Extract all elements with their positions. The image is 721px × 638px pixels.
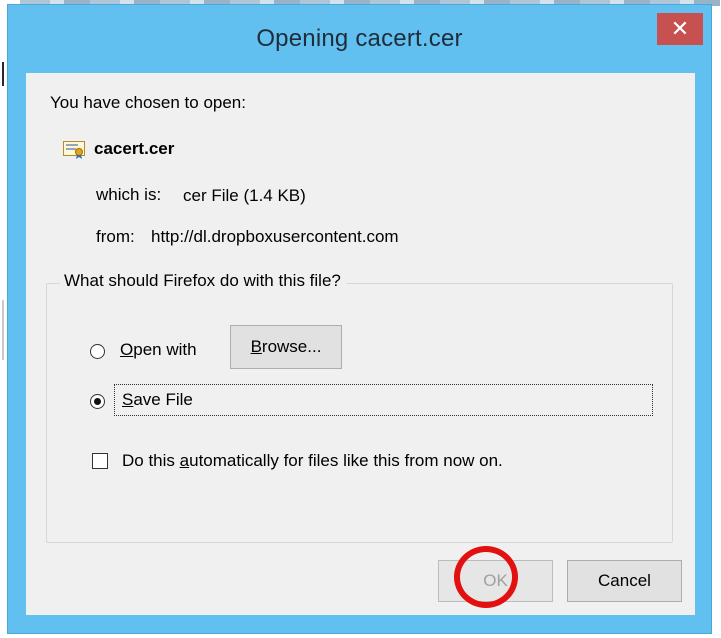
browse-button[interactable]: Browse...: [230, 325, 342, 369]
close-button[interactable]: ✕: [657, 13, 703, 45]
background-edge-mark: [2, 62, 4, 86]
save-file-label-text: ave File: [133, 390, 193, 409]
dialog-title: Opening cacert.cer: [256, 25, 463, 52]
auto-handle-mnemonic: a: [179, 451, 190, 470]
opening-file-dialog: Opening cacert.cer ✕ You have chosen to …: [7, 4, 712, 634]
close-icon: ✕: [670, 16, 690, 41]
open-with-radio[interactable]: [90, 344, 105, 359]
open-with-label[interactable]: Open with: [120, 340, 197, 360]
save-file-radio[interactable]: [90, 394, 105, 409]
browse-label-text: rowse...: [261, 337, 322, 356]
action-group-legend: What should Firefox do with this file?: [60, 271, 347, 291]
open-with-mnemonic: O: [120, 340, 134, 359]
background-edge-mark: [2, 300, 4, 360]
file-type-value: cer File (1.4 KB): [183, 186, 306, 205]
title-bar[interactable]: Opening cacert.cer ✕: [8, 5, 711, 73]
auto-handle-label[interactable]: Do this automatically for files like thi…: [122, 451, 503, 471]
save-file-label[interactable]: Save File: [122, 390, 193, 410]
which-is-label: which is:: [96, 185, 162, 204]
browse-mnemonic: B: [250, 337, 262, 356]
save-file-mnemonic: S: [122, 390, 134, 409]
source-url: http://dl.dropboxusercontent.com: [151, 227, 399, 246]
file-name: cacert.cer: [94, 139, 175, 158]
intro-text: You have chosen to open:: [50, 93, 246, 112]
ok-highlight-circle: [454, 546, 518, 608]
open-with-label-text: pen with: [133, 340, 197, 359]
certificate-file-icon: [63, 141, 85, 159]
radio-selected-dot: [94, 398, 101, 405]
save-file-focus-rect: [114, 384, 653, 416]
auto-handle-prefix: Do this: [122, 451, 180, 470]
auto-handle-rest: utomatically for files like this from no…: [189, 451, 503, 470]
from-label: from:: [96, 227, 135, 246]
cancel-button[interactable]: Cancel: [567, 560, 682, 602]
auto-handle-checkbox[interactable]: [92, 453, 108, 469]
dialog-body: You have chosen to open: cacert.cer whic…: [26, 73, 695, 615]
